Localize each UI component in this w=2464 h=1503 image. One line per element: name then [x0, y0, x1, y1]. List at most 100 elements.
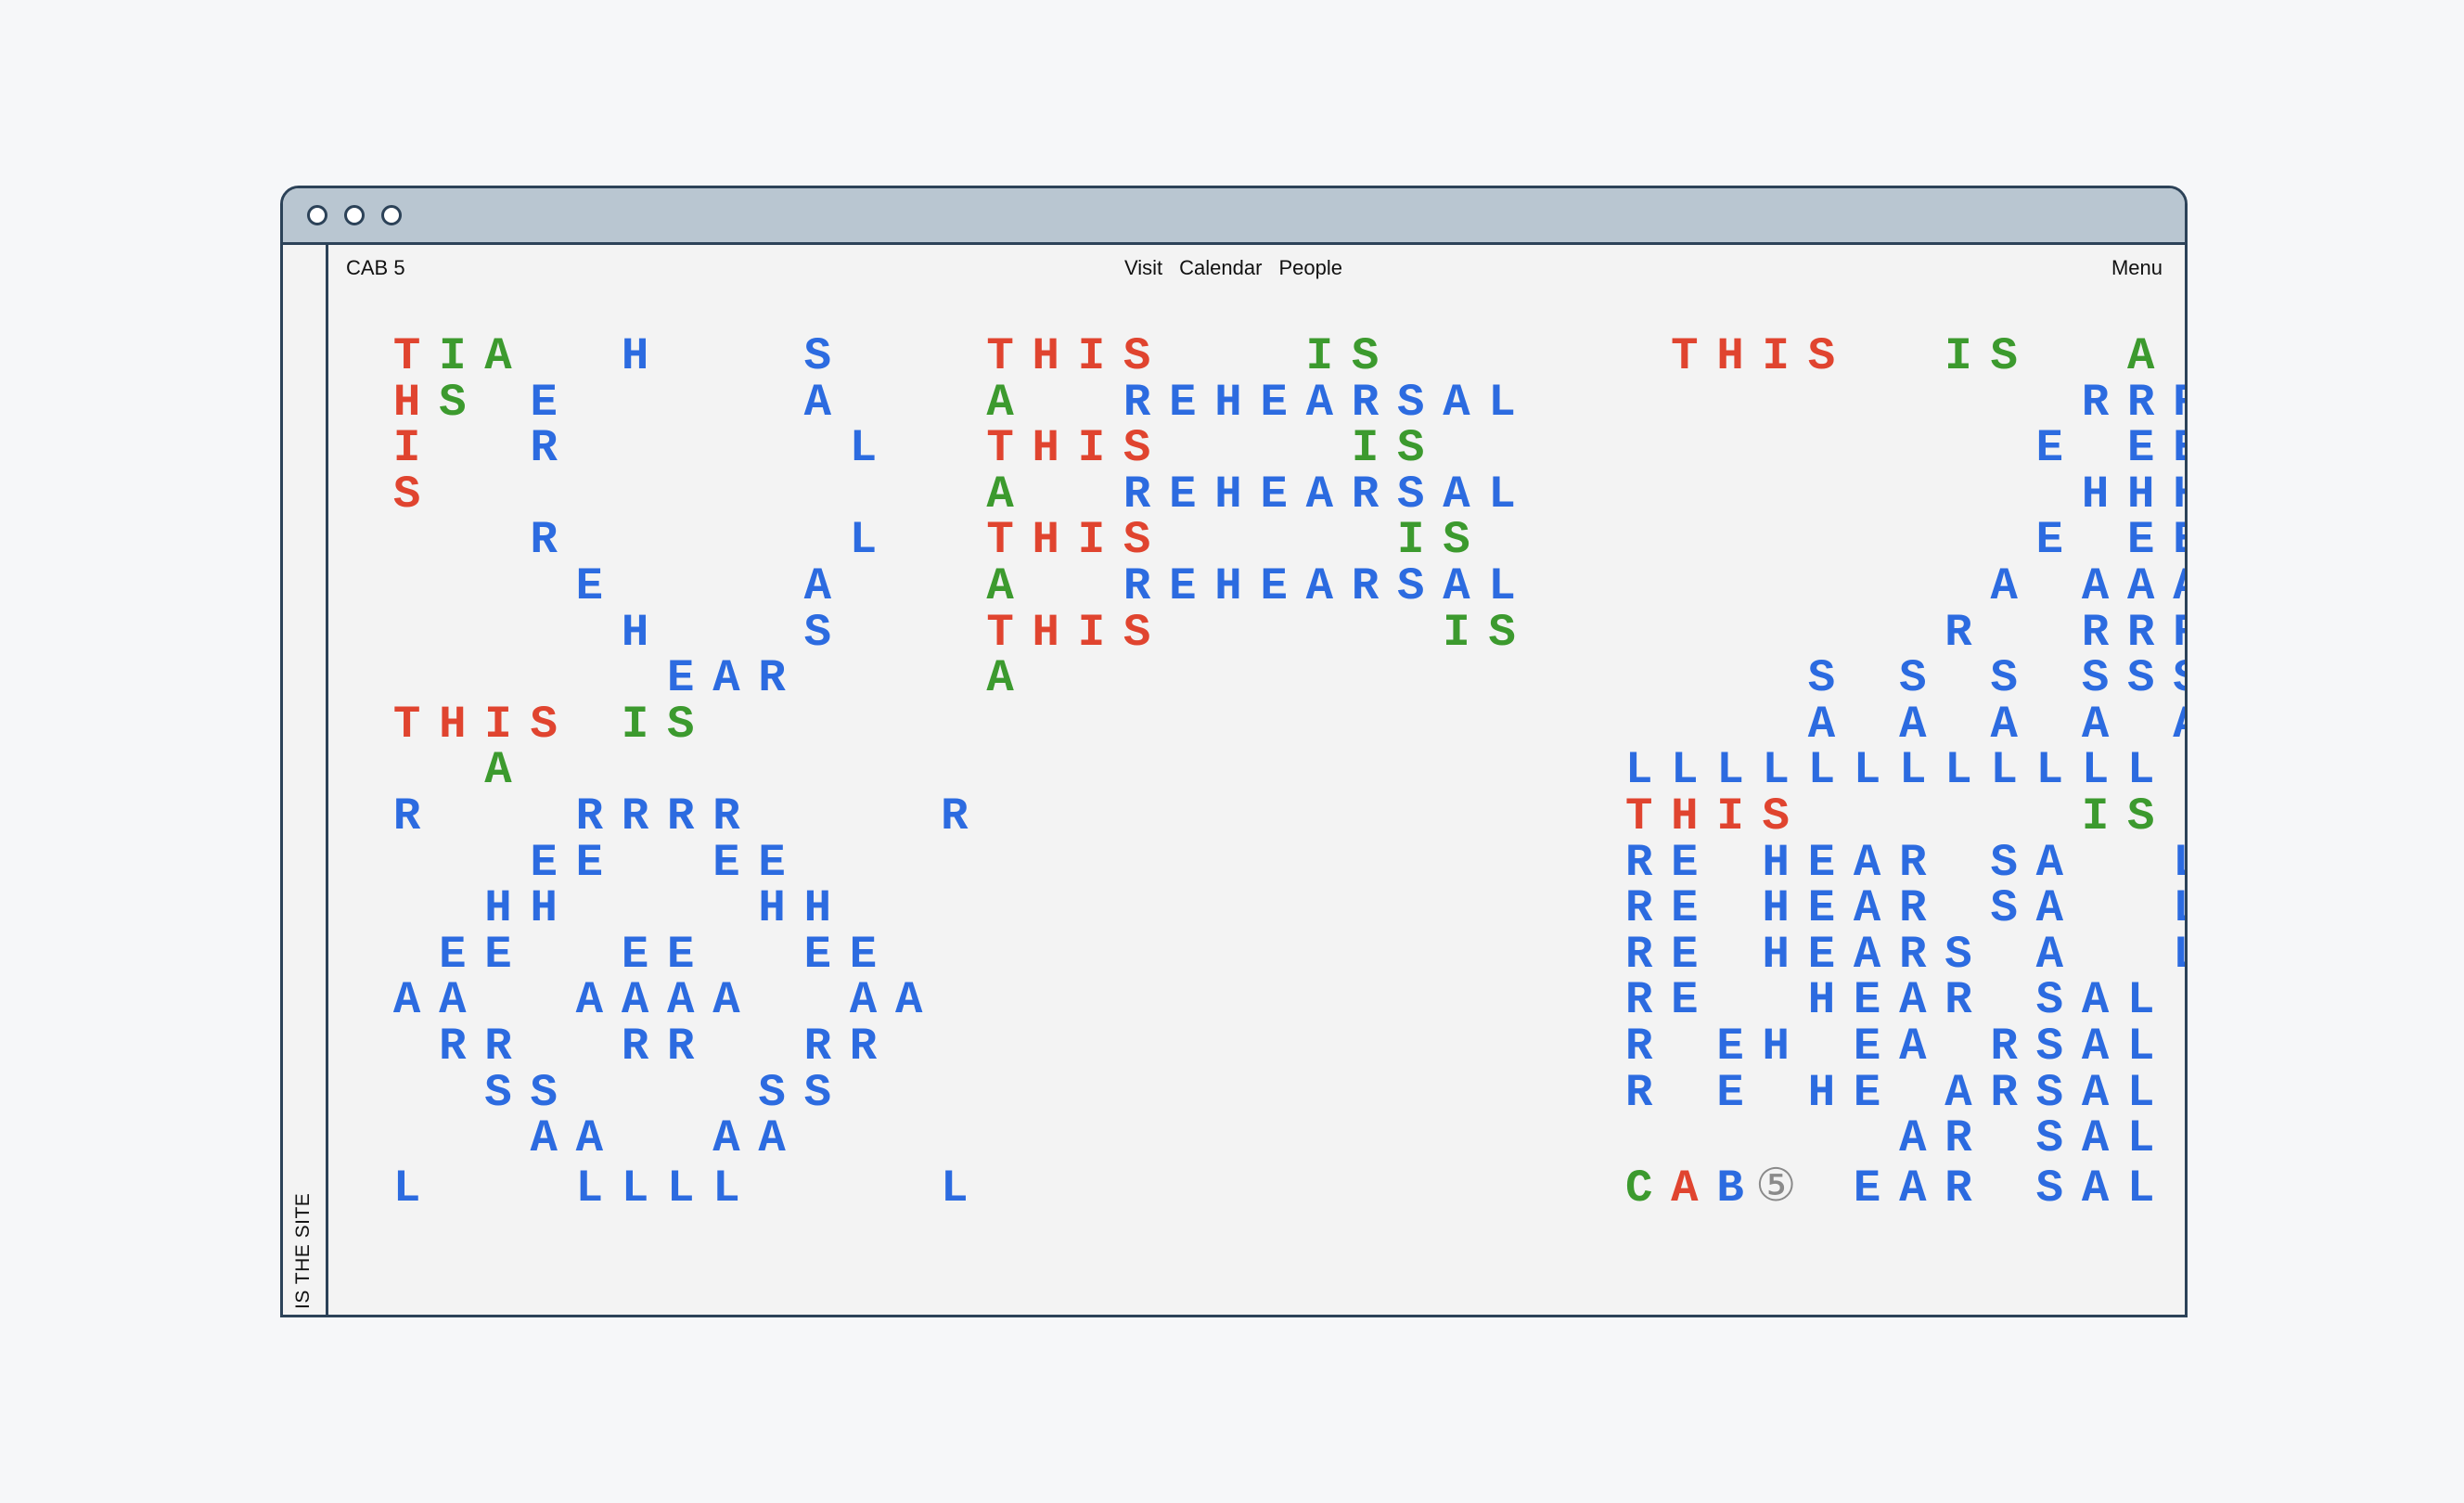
grid-letter: S [2127, 652, 2155, 705]
grid-letter [1982, 610, 2027, 657]
grid-letter: L [1624, 744, 1653, 797]
sidebar-label: IS THE SITE [292, 1192, 314, 1309]
grid-letter: E [484, 928, 512, 981]
grid-letter: R [2081, 376, 2110, 429]
grid-letter [430, 656, 475, 702]
grid-letter: A [2081, 698, 2110, 751]
grid-letter: A [1899, 1020, 1927, 1073]
grid-letter: S [2035, 1066, 2064, 1119]
grid-letter [1342, 518, 1388, 564]
grid-letter [1433, 794, 1479, 841]
close-window-button[interactable] [307, 205, 327, 225]
grid-letter [1799, 426, 1844, 472]
grid-letter: L [849, 422, 878, 475]
grid-letter [1525, 886, 1571, 932]
grid-letter [612, 472, 658, 519]
grid-letter [1160, 748, 1205, 794]
grid-letter: L [2127, 1162, 2155, 1214]
grid-letter [1297, 794, 1342, 841]
grid-letter: R [1123, 559, 1151, 612]
grid-letter: E [1169, 559, 1197, 612]
grid-letter [886, 518, 931, 564]
grid-letter: H [530, 882, 558, 935]
grid-letter [2027, 702, 2073, 749]
grid-letter [795, 841, 841, 887]
nav-link-people[interactable]: People [1278, 256, 1342, 280]
grid-letter [475, 472, 520, 519]
grid-letter [1388, 978, 1433, 1024]
grid-letter: I [621, 698, 649, 751]
grid-letter: A [1944, 1066, 1972, 1119]
grid-letter [2027, 794, 2073, 841]
grid-letter: A [849, 974, 878, 1027]
grid-letter [931, 748, 977, 794]
grid-letter: A [986, 559, 1014, 612]
grid-letter [1114, 1071, 1160, 1117]
grid-letter: R [2127, 606, 2155, 659]
grid-letter [658, 334, 703, 380]
grid-letter: A [1899, 1162, 1927, 1214]
grid-letter [1069, 978, 1114, 1024]
grid-letter [384, 656, 430, 702]
grid-letter: L [1488, 468, 1516, 520]
grid-letter [1935, 1024, 1981, 1071]
grid-letter: S [1351, 330, 1380, 382]
grid-letter [1433, 702, 1479, 749]
grid-letter [977, 702, 1022, 749]
grid-letter: E [712, 836, 740, 889]
grid-letter: H [484, 882, 512, 935]
grid-letter [1571, 1024, 1616, 1071]
grid-letter [1069, 702, 1114, 749]
grid-letter [430, 518, 475, 564]
grid-letter: A [530, 1112, 558, 1165]
grid-letter: A [1853, 882, 1881, 935]
nav-link-calendar[interactable]: Calendar [1179, 256, 1262, 280]
grid-letter [1616, 564, 1662, 610]
grid-letter [1388, 794, 1433, 841]
grid-letter: S [758, 1066, 786, 1119]
grid-letter [1069, 1116, 1114, 1163]
grid-letter: R [621, 1020, 649, 1073]
grid-letter [2073, 841, 2118, 887]
grid-letter [1069, 472, 1114, 519]
grid-letter [1251, 1024, 1297, 1071]
grid-letter [1114, 886, 1160, 932]
grid-letter [1799, 794, 1844, 841]
grid-letter [1433, 841, 1479, 887]
grid-letter [1433, 426, 1479, 472]
site-logo[interactable]: CAB 5 [346, 256, 405, 280]
grid-letter [1753, 610, 1799, 657]
grid-letter [1251, 932, 1297, 979]
grid-row: I R L THIS IS E EE [384, 422, 2185, 475]
grid-letter: R [667, 790, 695, 842]
grid-letter [1160, 702, 1205, 749]
grid-letter: A [575, 974, 604, 1027]
grid-letter: H [2127, 468, 2155, 520]
grid-letter [1844, 656, 1890, 702]
menu-button[interactable]: Menu [2111, 256, 2162, 280]
grid-letter [977, 932, 1022, 979]
grid-letter [1935, 841, 1981, 887]
grid-letter [1525, 841, 1571, 887]
maximize-window-button[interactable] [381, 205, 402, 225]
grid-letter [1433, 1166, 1479, 1213]
grid-letter [475, 841, 520, 887]
grid-letter: R [392, 790, 421, 842]
grid-letter [1707, 1116, 1752, 1163]
grid-letter [703, 380, 749, 427]
grid-letter: E [1807, 928, 1836, 981]
grid-letter: T [986, 422, 1014, 475]
grid-letter [795, 748, 841, 794]
grid-letter [2118, 886, 2163, 932]
nav-link-visit[interactable]: Visit [1124, 256, 1162, 280]
grid-letter: E [1807, 836, 1836, 889]
grid-letter [931, 702, 977, 749]
grid-letter: R [758, 652, 786, 705]
minimize-window-button[interactable] [344, 205, 365, 225]
grid-letter [1525, 1166, 1571, 1213]
grid-letter [1571, 1166, 1616, 1213]
grid-letter [1935, 656, 1981, 702]
grid-letter: S [530, 698, 558, 751]
grid-letter [1753, 702, 1799, 749]
grid-letter: A [1899, 698, 1927, 751]
